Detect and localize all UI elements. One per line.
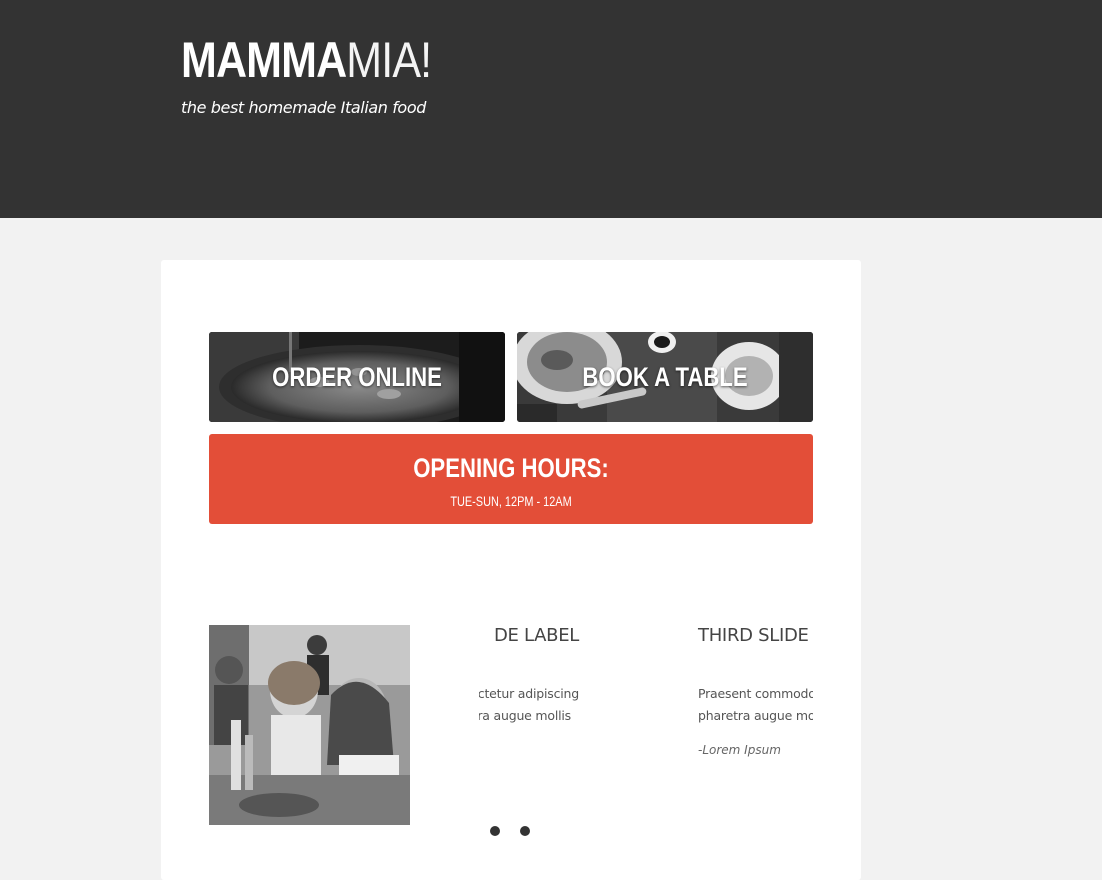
opening-hours-title: OPENING HOURS: — [413, 453, 609, 483]
book-table-label: BOOK A TABLE — [582, 362, 748, 392]
content-card: ORDER ONLINE BOOK A TABLE OPENING HOURS:… — [161, 260, 861, 880]
site-tagline: the best homemade Italian food — [181, 98, 426, 117]
site-logo[interactable]: MAMMAMIA! — [181, 30, 432, 90]
order-online-button[interactable]: ORDER ONLINE — [209, 332, 505, 422]
logo-light-text: MIA! — [346, 32, 432, 88]
slide-text-line: pharetra augue mo — [698, 708, 813, 723]
opening-hours-time: TUE-SUN, 12PM - 12AM — [450, 493, 572, 509]
slide-label: DE LABEL — [493, 625, 579, 646]
slider-dot-2[interactable] — [520, 826, 530, 836]
testimonial-slider[interactable]: DE LABEL sit amet, consectetur adipiscin… — [479, 615, 813, 815]
order-online-label: ORDER ONLINE — [272, 362, 442, 392]
slide-text: Praesent commodo pharetra augue mo — [698, 683, 813, 727]
logo-bold-text: MAMMA — [181, 32, 347, 88]
opening-hours-banner: OPENING HOURS: TUE-SUN, 12PM - 12AM — [209, 434, 813, 524]
slide-text-line: sit amet, consectetur adipiscing — [479, 686, 579, 701]
book-table-button[interactable]: BOOK A TABLE — [517, 332, 813, 422]
diners-photo-icon — [209, 625, 410, 825]
slide-text: sit amet, consectetur adipiscing libero,… — [479, 683, 579, 727]
slide-label: THIRD SLIDE — [698, 625, 809, 646]
slide-text-line: Praesent commodo — [698, 686, 813, 701]
slider-dot-1[interactable] — [490, 826, 500, 836]
slide-author: -Lorem Ipsum — [698, 743, 781, 757]
slide-text-line: libero, a pharetra augue mollis — [479, 708, 571, 723]
site-header: MAMMAMIA! the best homemade Italian food — [0, 0, 1102, 218]
